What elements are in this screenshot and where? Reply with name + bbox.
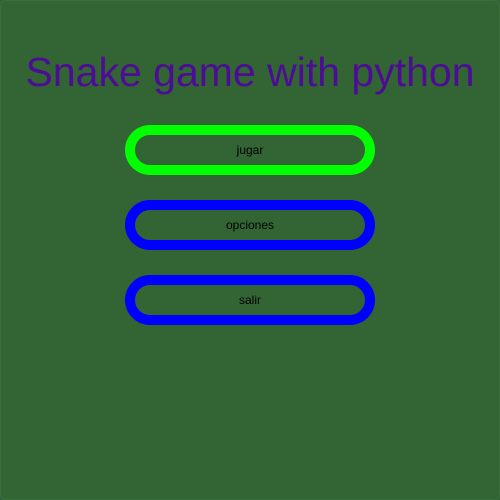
game-title: Snake game with python (25, 49, 475, 95)
play-button[interactable]: jugar (125, 125, 375, 175)
options-button-label: opciones (225, 218, 275, 232)
exit-button[interactable]: salir (125, 275, 375, 325)
play-button-label: jugar (236, 143, 264, 157)
exit-button-label: salir (238, 293, 261, 307)
options-button[interactable]: opciones (125, 200, 375, 250)
game-screen: Snake game with python jugar opciones sa… (0, 0, 500, 500)
